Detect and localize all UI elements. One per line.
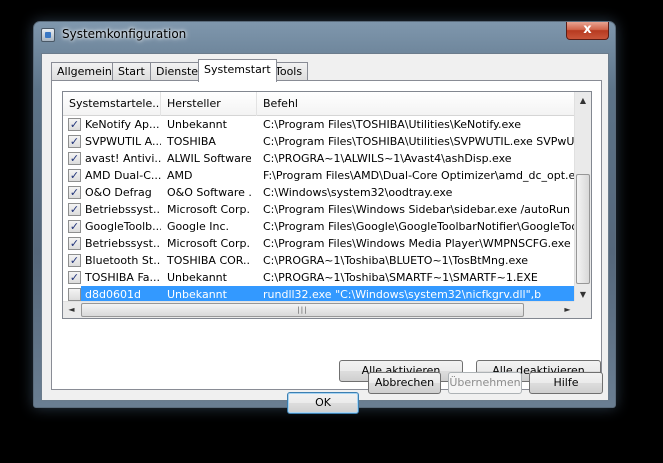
- window-title: Systemkonfiguration: [62, 27, 187, 41]
- startup-item-name: SVPWUTIL A...: [85, 135, 161, 148]
- table-row[interactable]: ✓ AMD Dual-C... AMD F:\Program Files\AMD\Du…: [63, 167, 576, 184]
- startup-item-checkbox[interactable]: [68, 288, 81, 301]
- startup-item-vendor: Google Inc.: [167, 220, 230, 233]
- table-row[interactable]: ✓ SVPWUTIL A... TOSHIBA C:\Program Files\TO…: [63, 133, 576, 150]
- column-header-command[interactable]: Befehl: [257, 92, 576, 116]
- startup-item-vendor: AMD: [167, 169, 193, 182]
- scroll-up-icon[interactable]: ▲: [575, 92, 591, 109]
- table-row[interactable]: ✓ KeNotify Ap... Unbekannt C:\Program Files…: [63, 116, 576, 133]
- scrollbar-corner: [574, 301, 591, 318]
- dialog-client-area: Allgemein Start Dienste Systemstart Tool…: [41, 53, 609, 414]
- startup-item-checkbox[interactable]: ✓: [68, 254, 81, 267]
- startup-item-checkbox[interactable]: ✓: [68, 135, 81, 148]
- table-row[interactable]: ✓ Betriebssyst... Microsoft Corp... C:\Prog…: [63, 235, 576, 252]
- ok-button[interactable]: OK: [287, 392, 359, 414]
- startup-item-vendor: Unbekannt: [167, 118, 227, 131]
- startup-item-name: GoogleToolb...: [85, 220, 161, 233]
- horizontal-scroll-thumb[interactable]: |||: [81, 303, 524, 317]
- scroll-left-icon[interactable]: ◄: [63, 302, 80, 318]
- startup-item-checkbox[interactable]: ✓: [68, 237, 81, 250]
- startup-items-list[interactable]: Systemstartele... Hersteller Befehl ✓ KeN…: [62, 91, 592, 319]
- tab-dienste[interactable]: Dienste: [150, 62, 205, 81]
- column-header-manufacturer[interactable]: Hersteller: [161, 92, 257, 116]
- startup-item-command: F:\Program Files\AMD\Dual-Core Optimizer…: [263, 169, 576, 182]
- startup-item-vendor: TOSHIBA: [167, 135, 216, 148]
- startup-item-vendor: O&O Software ...: [167, 186, 251, 199]
- startup-item-name: O&O Defrag: [85, 186, 152, 199]
- startup-item-command: C:\Program Files\Windows Sidebar\sidebar…: [263, 203, 571, 216]
- vertical-scroll-thumb[interactable]: [576, 174, 590, 284]
- startup-item-name: avast! Antivi...: [85, 152, 161, 165]
- startup-item-checkbox[interactable]: ✓: [68, 203, 81, 216]
- startup-item-command: C:\PROGRA~1\Toshiba\BLUETO~1\TosBtMng.ex…: [263, 254, 529, 267]
- column-header-startup-item[interactable]: Systemstartele...: [63, 92, 161, 116]
- apply-button[interactable]: Übernehmen: [448, 372, 522, 394]
- startup-item-name: KeNotify Ap...: [85, 118, 160, 131]
- table-row[interactable]: ✓ TOSHIBA Fa... Unbekannt C:\PROGRA~1\Toshi…: [63, 269, 576, 286]
- startup-item-vendor: Microsoft Corp...: [167, 203, 251, 216]
- startup-item-vendor: TOSHIBA COR...: [167, 254, 251, 267]
- systemstart-panel: Systemstartele... Hersteller Befehl ✓ KeN…: [51, 80, 602, 390]
- startup-item-checkbox[interactable]: ✓: [68, 186, 81, 199]
- tab-systemstart[interactable]: Systemstart: [198, 59, 277, 82]
- startup-item-checkbox[interactable]: ✓: [68, 169, 81, 182]
- vertical-scrollbar[interactable]: ▲ ▼: [574, 92, 591, 303]
- list-header: Systemstartele... Hersteller Befehl: [63, 92, 576, 116]
- table-row[interactable]: ✓ GoogleToolb... Google Inc. C:\Program Fil…: [63, 218, 576, 235]
- startup-item-name: Betriebssyst...: [85, 203, 161, 216]
- startup-item-checkbox[interactable]: ✓: [68, 152, 81, 165]
- table-row[interactable]: ✓ avast! Antivi... ALWIL Software C:\PROGRA…: [63, 150, 576, 167]
- startup-item-vendor: ALWIL Software: [167, 152, 251, 165]
- tab-allgemein[interactable]: Allgemein: [51, 62, 118, 81]
- startup-item-checkbox[interactable]: ✓: [68, 118, 81, 131]
- startup-item-name: Betriebssyst...: [85, 237, 161, 250]
- startup-item-command: C:\Program Files\Google\GoogleToolbarNot…: [263, 220, 576, 233]
- startup-item-name: AMD Dual-C...: [85, 169, 161, 182]
- startup-item-command: C:\PROGRA~1\Toshiba\SMARTF~1\SMARTF~1.EX…: [263, 271, 538, 284]
- startup-item-command: C:\Windows\system32\oodtray.exe: [263, 186, 453, 199]
- horizontal-scrollbar[interactable]: ◄ ||| ►: [63, 301, 576, 318]
- startup-item-vendor: Microsoft Corp...: [167, 237, 251, 250]
- table-row[interactable]: ✓ O&O Defrag O&O Software ... C:\Windows\sy…: [63, 184, 576, 201]
- startup-item-name: TOSHIBA Fa...: [85, 271, 160, 284]
- system-configuration-window: Systemkonfiguration x Allgemein Start Di…: [33, 21, 616, 414]
- tab-start[interactable]: Start: [112, 62, 151, 81]
- help-button[interactable]: Hilfe: [529, 372, 603, 394]
- table-row[interactable]: ✓ Betriebssyst... Microsoft Corp... C:\Prog…: [63, 201, 576, 218]
- startup-item-checkbox[interactable]: ✓: [68, 271, 81, 284]
- startup-item-checkbox[interactable]: ✓: [68, 220, 81, 233]
- table-row[interactable]: ✓ Bluetooth St... TOSHIBA COR... C:\PROGRA~…: [63, 252, 576, 269]
- startup-item-command: C:\Program Files\TOSHIBA\Utilities\SVPWU…: [263, 135, 576, 148]
- startup-item-command: C:\Program Files\Windows Media Player\WM…: [263, 237, 571, 250]
- close-button[interactable]: x: [566, 22, 609, 40]
- title-bar[interactable]: Systemkonfiguration x: [34, 22, 615, 48]
- startup-item-command: C:\Program Files\TOSHIBA\Utilities\KeNot…: [263, 118, 521, 131]
- startup-item-vendor: Unbekannt: [167, 271, 227, 284]
- system-config-icon: [41, 28, 55, 42]
- cancel-button[interactable]: Abbrechen: [368, 372, 441, 394]
- startup-item-name: Bluetooth St...: [85, 254, 161, 267]
- startup-item-command: C:\PROGRA~1\ALWILS~1\Avast4\ashDisp.exe: [263, 152, 512, 165]
